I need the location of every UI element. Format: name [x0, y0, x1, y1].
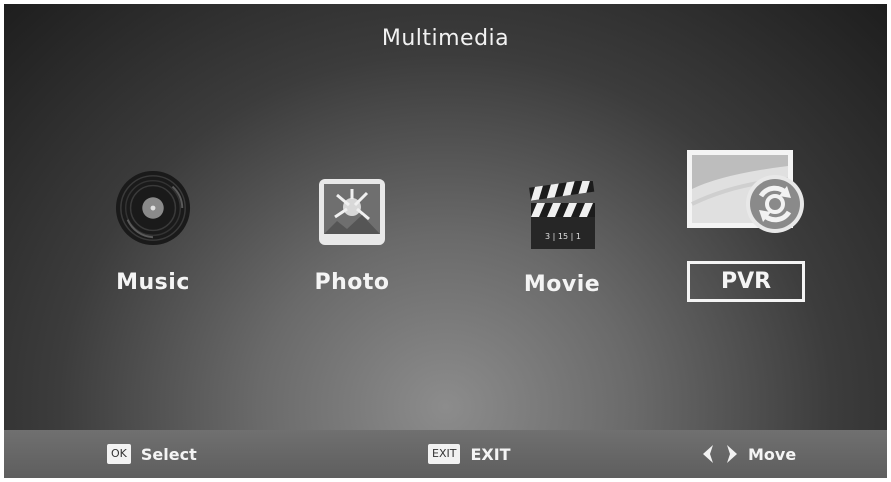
vinyl-record-icon: [115, 170, 191, 246]
hint-select: OK Select: [107, 442, 197, 466]
menu-label-photo: Photo: [314, 270, 390, 295]
clapperboard-text: 3 | 15 | 1: [545, 232, 581, 241]
hint-select-label: Select: [140, 444, 197, 464]
clapperboard-icon: 3 | 15 | 1: [529, 181, 595, 249]
menu-label-movie: Movie: [523, 272, 601, 297]
hint-move-label: Move: [748, 444, 797, 464]
menu-item-pvr[interactable]: PVR: [648, 139, 848, 319]
arrow-left-icon: [703, 445, 713, 463]
menu-item-photo[interactable]: Photo: [252, 139, 452, 319]
menu-label-pvr: PVR: [687, 261, 805, 302]
photo-icon: [319, 179, 385, 245]
multimedia-screen: Multimedia Music Photo 3 | 15 | 1 Movie …: [4, 4, 887, 478]
arrow-right-icon: [727, 445, 737, 463]
hint-exit: EXIT EXIT: [428, 442, 511, 466]
menu-label-music: Music: [116, 270, 190, 295]
menu-item-music[interactable]: Music: [53, 139, 253, 319]
hint-exit-label: EXIT: [470, 444, 511, 464]
bottom-hint-bar: OK Select EXIT EXIT Move: [4, 430, 887, 478]
pvr-record-icon: [687, 150, 804, 233]
menu-item-movie[interactable]: 3 | 15 | 1 Movie: [462, 139, 662, 319]
page-title: Multimedia: [381, 26, 510, 51]
hint-move: Move: [700, 442, 796, 466]
ok-key-icon: OK: [107, 444, 131, 464]
exit-key-icon: EXIT: [428, 444, 461, 464]
